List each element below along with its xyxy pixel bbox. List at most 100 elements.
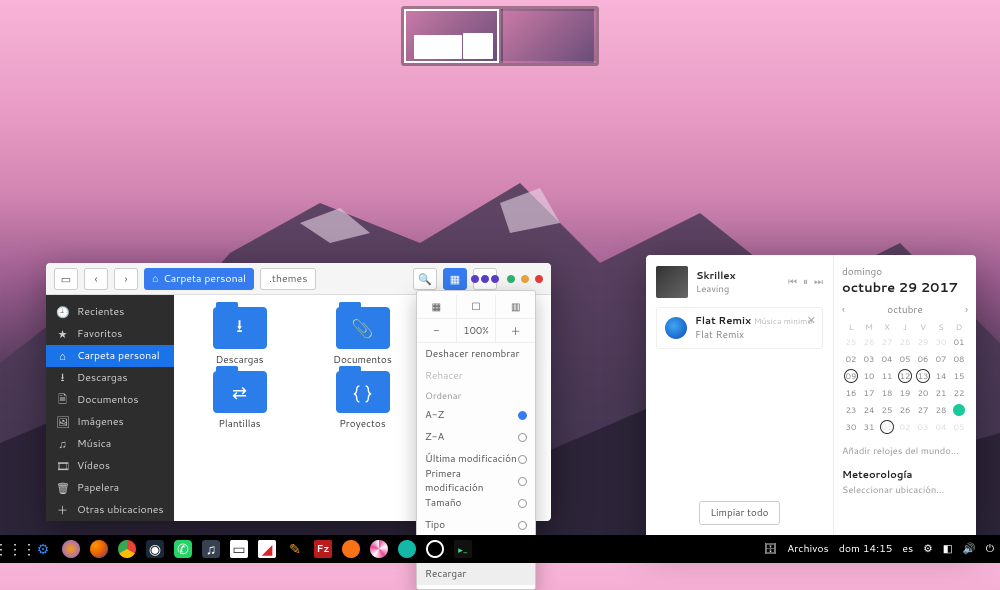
terminal-icon[interactable]: ▸_ xyxy=(454,540,472,558)
cal-day[interactable]: 05 xyxy=(896,351,914,367)
cal-day[interactable]: 04 xyxy=(878,351,896,367)
forward-button[interactable]: › xyxy=(114,268,138,290)
cal-day[interactable]: 02 xyxy=(842,351,860,367)
app-icon-pinwheel[interactable] xyxy=(370,540,388,558)
path-segment[interactable]: .themes xyxy=(260,268,316,290)
media-player-widget[interactable]: Skrillex Leaving ⏮ ⏸ ⏭ xyxy=(656,265,823,299)
music-app-icon[interactable]: ♫ xyxy=(202,540,220,558)
firefox-icon[interactable] xyxy=(90,540,108,558)
search-icon[interactable]: 🔍 xyxy=(413,268,437,290)
tray-files-label[interactable]: Archivos xyxy=(787,542,829,556)
cal-day[interactable]: 15 xyxy=(950,368,968,384)
cal-day[interactable]: 22 xyxy=(950,385,968,401)
app-icon-orange[interactable] xyxy=(342,540,360,558)
tray-bluetooth-icon[interactable]: ◧ xyxy=(943,542,953,556)
sort-option[interactable]: A-Z xyxy=(417,404,535,426)
cal-day[interactable]: 26 xyxy=(896,402,914,418)
tray-files-icon[interactable]: 🗄 xyxy=(764,542,777,556)
sidebar-item[interactable]: 🎞Vídeos xyxy=(46,455,174,477)
cal-day[interactable]: 23 xyxy=(842,402,860,418)
tray-clock[interactable]: dom 14:15 xyxy=(839,542,893,556)
cal-day[interactable]: 14 xyxy=(932,368,950,384)
cal-day[interactable]: 03 xyxy=(914,419,932,435)
sidebar-item[interactable]: 🕘Recientes xyxy=(46,301,174,323)
cal-day[interactable]: 06 xyxy=(914,351,932,367)
sidebar-item[interactable]: ★Favoritos xyxy=(46,323,174,345)
menu-reload[interactable]: Recargar xyxy=(417,563,535,585)
cal-day[interactable]: 17 xyxy=(860,385,878,401)
folder-item[interactable]: 📎Documentos xyxy=(305,307,420,367)
cal-day[interactable]: 13 xyxy=(914,368,932,384)
menu-undo[interactable]: Deshacer renombrar xyxy=(417,343,535,365)
cal-day[interactable]: 20 xyxy=(914,385,932,401)
sidebar-item[interactable]: ⭳Descargas xyxy=(46,367,174,389)
sidebar-item[interactable]: ＋Otras ubicaciones xyxy=(46,499,174,521)
sort-option[interactable]: Tipo xyxy=(417,514,535,536)
sidebar-item[interactable]: 🗑Papelera xyxy=(46,477,174,499)
tray-power-icon[interactable]: ⏻ xyxy=(986,542,994,556)
cal-day[interactable]: 12 xyxy=(896,368,914,384)
app-icon-ring[interactable] xyxy=(426,540,444,558)
window-max-icon[interactable] xyxy=(521,275,529,283)
workspace-switcher[interactable] xyxy=(401,6,599,66)
cal-day[interactable]: 19 xyxy=(896,385,914,401)
cal-day[interactable]: 28 xyxy=(932,402,950,418)
zoom-out-icon[interactable]: − xyxy=(417,319,457,342)
cal-day[interactable]: 01 xyxy=(878,419,896,435)
document-app-icon[interactable]: ◢ xyxy=(258,540,276,558)
folder-item[interactable]: ⭳Descargas xyxy=(182,307,297,367)
notification-card[interactable]: Flat Remix Música minimo Flat Remix ✕ xyxy=(656,307,823,349)
cal-day[interactable]: 05 xyxy=(950,419,968,435)
cal-day[interactable]: 29 xyxy=(914,334,932,350)
app-icon-teal[interactable] xyxy=(398,540,416,558)
cal-day[interactable]: 26 xyxy=(860,334,878,350)
view-toggle-icon[interactable]: ▦ xyxy=(443,268,467,290)
window-min-icon[interactable] xyxy=(507,275,515,283)
sort-option[interactable]: Z-A xyxy=(417,426,535,448)
folder-item[interactable]: ⇄Plantillas xyxy=(182,371,297,431)
sidebar-item[interactable]: 🗎Documentos xyxy=(46,389,174,411)
settings-icon[interactable]: ⚙ xyxy=(34,540,52,558)
clear-all-button[interactable]: Limpiar todo xyxy=(699,501,779,525)
zoom-in-icon[interactable]: ＋ xyxy=(496,319,535,342)
cal-day[interactable]: 04 xyxy=(932,419,950,435)
cal-day[interactable]: 03 xyxy=(860,351,878,367)
files-app-icon[interactable]: ▭ xyxy=(230,540,248,558)
action-new-tab-icon[interactable]: ▥ xyxy=(496,295,535,318)
steam-icon[interactable]: ◉ xyxy=(146,540,164,558)
cal-day[interactable]: 25 xyxy=(878,402,896,418)
cal-day[interactable]: 28 xyxy=(896,334,914,350)
media-pause-icon[interactable]: ⏸ xyxy=(803,275,808,289)
sidebar-item[interactable]: ⌂Carpeta personal xyxy=(46,345,174,367)
tray-network-icon[interactable]: ⚙ xyxy=(923,542,932,556)
filezilla-icon[interactable]: Fz xyxy=(314,540,332,558)
apps-grid-icon[interactable]: ⋮⋮⋮ xyxy=(6,540,24,558)
action-new-folder-icon[interactable]: ▦ xyxy=(417,295,457,318)
weather-select-location-link[interactable]: Seleccionar ubicación… xyxy=(842,484,968,497)
sidebar-item[interactable]: 🖼Imágenes xyxy=(46,411,174,433)
cal-day[interactable]: 30 xyxy=(932,334,950,350)
calendar-grid[interactable]: LMXJVSD252627282930010203040506070809101… xyxy=(842,321,968,435)
cal-day[interactable]: 11 xyxy=(878,368,896,384)
folder-item[interactable]: { }Proyectos xyxy=(305,371,420,431)
cal-day[interactable]: 30 xyxy=(842,419,860,435)
cal-day[interactable]: 16 xyxy=(842,385,860,401)
whatsapp-icon[interactable]: ✆ xyxy=(174,540,192,558)
cal-day[interactable]: 01 xyxy=(950,334,968,350)
cal-prev-icon[interactable]: ‹ xyxy=(842,303,845,317)
add-world-clocks-link[interactable]: Añadir relojes del mundo… xyxy=(842,445,968,458)
cal-day[interactable]: 21 xyxy=(932,385,950,401)
sidebar-item[interactable]: ♫Música xyxy=(46,433,174,455)
media-next-icon[interactable]: ⏭ xyxy=(814,275,823,289)
window-close-icon[interactable] xyxy=(535,275,543,283)
cal-day[interactable]: 09 xyxy=(842,368,860,384)
cal-day[interactable]: 08 xyxy=(950,351,968,367)
cal-day[interactable]: 25 xyxy=(842,334,860,350)
hamburger-menu-icon[interactable] xyxy=(473,268,497,290)
action-bookmark-icon[interactable]: ☐ xyxy=(457,295,497,318)
app-icon-key[interactable]: ✎ xyxy=(286,540,304,558)
tray-volume-icon[interactable]: 🔊 xyxy=(963,542,976,556)
sort-option[interactable]: Tamaño xyxy=(417,492,535,514)
sort-option[interactable]: Primera modificación xyxy=(417,470,535,492)
path-home-chip[interactable]: ⌂ Carpeta personal xyxy=(144,268,254,290)
